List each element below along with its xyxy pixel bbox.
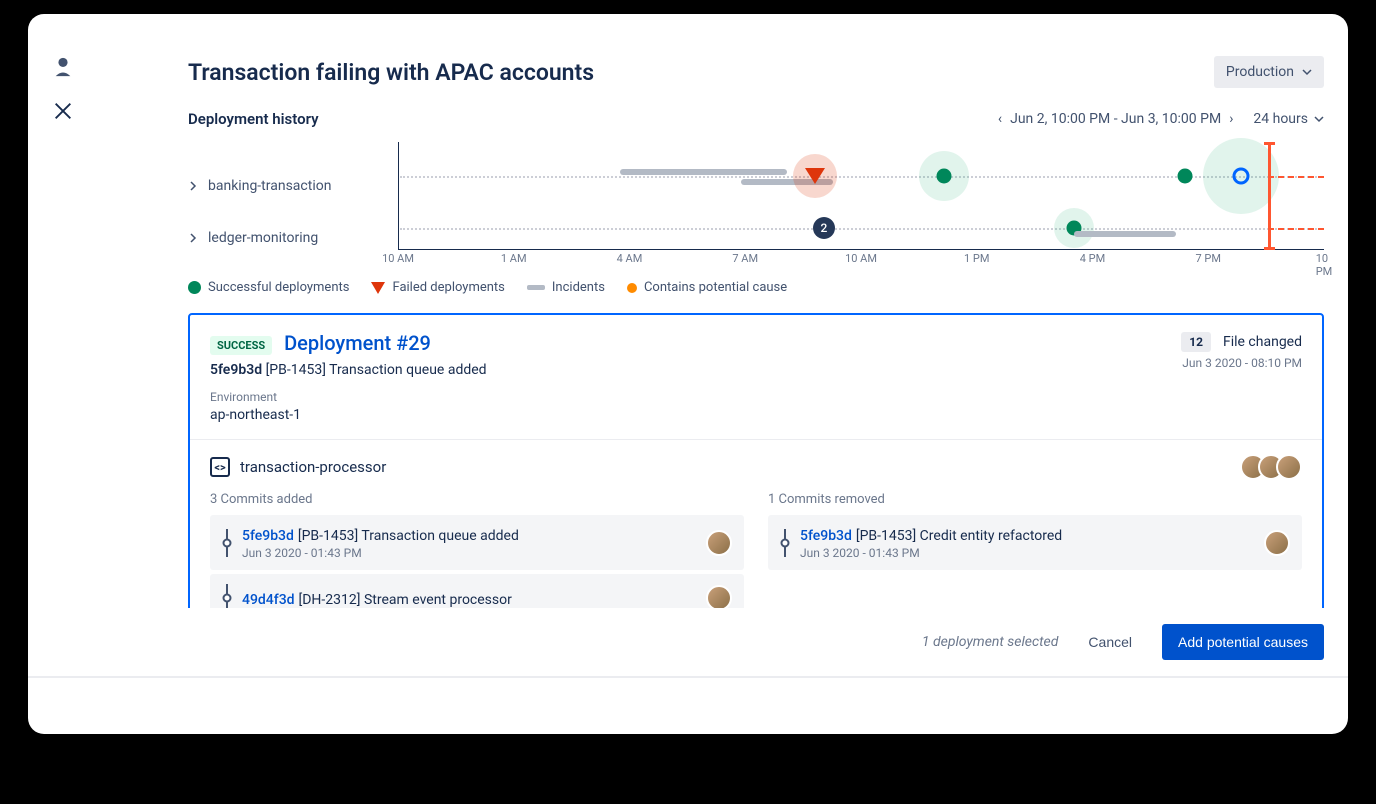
selected-deployment[interactable]: [1232, 168, 1249, 185]
failed-icon: [371, 282, 385, 294]
commits-removed-header: 1 Commits removed: [768, 492, 1302, 507]
time-marker[interactable]: [1268, 142, 1271, 250]
commit-message: [PB-1453] Transaction queue added: [298, 528, 519, 544]
service-name: ledger-monitoring: [208, 230, 318, 246]
axis-tick: 1 AM: [501, 252, 527, 265]
legend-label: Successful deployments: [208, 280, 349, 295]
duration-select[interactable]: 24 hours: [1253, 111, 1324, 127]
deployment-timestamp: Jun 3 2020 - 08:10 PM: [1181, 356, 1302, 370]
chevron-down-icon: [1302, 67, 1312, 77]
commits-added-header: 3 Commits added: [210, 492, 744, 507]
axis-tick: 7 AM: [732, 252, 758, 265]
axis-tick: 7 PM: [1196, 252, 1221, 265]
cause-icon: [627, 283, 637, 293]
app-panel: Transaction failing with APAC accounts P…: [28, 14, 1348, 734]
status-badge: SUCCESS: [210, 336, 272, 355]
axis-tick: 4 PM: [1080, 252, 1105, 265]
deployment-card: SUCCESS Deployment #29 5fe9b3d [PB-1453]…: [188, 313, 1324, 644]
axis-tick: 1 PM: [964, 252, 989, 265]
commit-hash: 5fe9b3d: [800, 528, 852, 544]
commit-icon: [780, 529, 790, 557]
main-content: Transaction failing with APAC accounts P…: [188, 56, 1324, 644]
service-row[interactable]: ledger-monitoring: [188, 212, 398, 264]
commit-time: Jun 3 2020 - 01:43 PM: [242, 546, 696, 560]
close-icon[interactable]: [52, 100, 74, 122]
commit-message: [PB-1453] Credit entity refactored: [856, 528, 1062, 544]
range-prev[interactable]: ‹: [998, 111, 1002, 127]
deployment-title[interactable]: Deployment #29: [284, 331, 431, 355]
commit-hash: 5fe9b3d: [242, 528, 294, 544]
incident-bar: [1074, 231, 1176, 237]
avatar: [706, 530, 732, 556]
environment-label: Production: [1226, 64, 1294, 80]
success-deployment[interactable]: [937, 169, 952, 184]
add-causes-button[interactable]: Add potential causes: [1162, 624, 1324, 660]
selection-count: 1 deployment selected: [922, 634, 1059, 650]
cancel-button[interactable]: Cancel: [1076, 626, 1144, 658]
failed-deployment[interactable]: [805, 168, 825, 184]
range-controls: ‹ Jun 2, 10:00 PM - Jun 3, 10:00 PM › 24…: [998, 111, 1324, 127]
axis-tick: 10 AM: [382, 252, 414, 265]
success-deployment[interactable]: [1178, 169, 1193, 184]
avatar: [1264, 530, 1290, 556]
footer-bar: 1 deployment selected Cancel Add potenti…: [28, 608, 1348, 678]
commit-hash: 49d4f3d: [242, 592, 295, 608]
chart-legend: Successful deployments Failed deployment…: [188, 280, 1324, 295]
legend-label: Incidents: [552, 280, 605, 295]
commit-icon: [222, 529, 232, 557]
section-title: Deployment history: [188, 110, 319, 128]
service-row[interactable]: banking-transaction: [188, 160, 398, 212]
commit-row[interactable]: 5fe9b3d [PB-1453] Credit entity refactor…: [768, 515, 1302, 570]
environment-select[interactable]: Production: [1214, 56, 1324, 88]
incident-bar: [620, 169, 787, 175]
commit-message: [DH-2312] Stream event processor: [299, 592, 512, 608]
range-next[interactable]: ›: [1229, 111, 1233, 127]
sidebar: [52, 56, 82, 122]
axis-tick: 4 AM: [617, 252, 643, 265]
service-name: banking-transaction: [208, 178, 331, 194]
avatar-group[interactable]: [1248, 454, 1302, 480]
env-value: ap-northeast-1: [210, 407, 487, 423]
range-text: Jun 2, 10:00 PM - Jun 3, 10:00 PM: [1010, 111, 1221, 127]
file-count: 12: [1181, 332, 1211, 352]
avatar: [1276, 454, 1302, 480]
grouped-count[interactable]: 2: [813, 217, 835, 239]
person-icon: [52, 56, 74, 78]
commit-time: Jun 3 2020 - 01:43 PM: [800, 546, 1254, 560]
env-label: Environment: [210, 390, 487, 404]
commit-hash: 5fe9b3d: [210, 362, 262, 378]
commit-row[interactable]: 5fe9b3d [PB-1453] Transaction queue adde…: [210, 515, 744, 570]
repo-name: transaction-processor: [240, 458, 386, 476]
success-icon: [188, 281, 201, 294]
chevron-down-icon: [1314, 114, 1324, 124]
file-changed-label: File changed: [1223, 334, 1302, 350]
commit-message: [PB-1453] Transaction queue added: [266, 362, 487, 378]
chevron-right-icon: [188, 181, 198, 191]
legend-label: Contains potential cause: [644, 280, 787, 295]
chevron-right-icon: [188, 233, 198, 243]
page-title: Transaction failing with APAC accounts: [188, 59, 594, 86]
legend-label: Failed deployments: [392, 280, 504, 295]
deployment-timeline: banking-transaction ledger-monitoring: [188, 142, 1324, 272]
axis-tick: 10 PM: [1316, 252, 1333, 278]
duration-label: 24 hours: [1253, 111, 1308, 127]
code-icon: <>: [210, 457, 230, 477]
axis-tick: 10 AM: [845, 252, 877, 265]
incident-icon: [527, 285, 545, 290]
